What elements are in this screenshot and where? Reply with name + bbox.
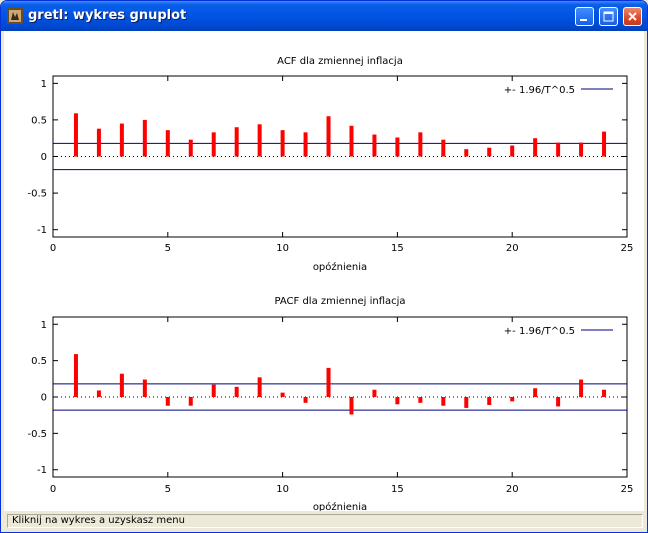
- acf-bar-17: [441, 139, 446, 157]
- acf-bar-19: [487, 147, 492, 157]
- acf-bar-7: [211, 384, 216, 397]
- acf-bar-6: [188, 397, 193, 406]
- acf-bar-7: [211, 132, 216, 157]
- y-tick-label: 0.5: [31, 115, 47, 126]
- acf-bar-5: [165, 130, 170, 157]
- legend-label: +- 1.96/T^0.5: [504, 85, 575, 96]
- gnuplot-window: gretl: wykres gnuplot ACF dla zmiennej i…: [0, 0, 648, 533]
- x-tick-label: 5: [165, 243, 171, 254]
- chart-title: PACF dla zmiennej inflacja: [274, 296, 405, 307]
- acf-bar-5: [165, 397, 170, 406]
- chart-title: ACF dla zmiennej inflacja: [277, 56, 403, 67]
- x-tick-label: 10: [276, 484, 289, 495]
- acf-bar-23: [579, 379, 584, 397]
- legend-label: +- 1.96/T^0.5: [504, 326, 575, 337]
- status-text: Kliknij na wykres a uzyskasz menu: [7, 514, 643, 528]
- y-tick-label: 1: [41, 79, 47, 90]
- acf-bar-19: [487, 397, 492, 405]
- acf-bar-9: [257, 124, 262, 157]
- acf-bar-17: [441, 397, 446, 406]
- acf-bar-24: [602, 131, 607, 157]
- acf-bar-21: [533, 138, 538, 157]
- acf-bar-16: [418, 132, 423, 157]
- acf-bar-2: [96, 128, 101, 157]
- y-tick-label: 0: [41, 152, 47, 163]
- acf-bar-24: [602, 389, 607, 397]
- x-tick-label: 15: [391, 484, 404, 495]
- acf-bar-10: [280, 130, 285, 157]
- x-axis-label: opóźnienia: [313, 501, 367, 511]
- close-button[interactable]: [623, 7, 642, 26]
- minimize-button[interactable]: [575, 7, 594, 26]
- x-tick-label: 0: [50, 484, 56, 495]
- acf-bar-4: [142, 379, 147, 397]
- acf-bar-8: [234, 127, 239, 157]
- y-tick-label: -0.5: [27, 189, 47, 200]
- x-tick-label: 0: [50, 243, 56, 254]
- maximize-icon: [603, 11, 614, 22]
- acf-bar-10: [280, 392, 285, 397]
- acf-bar-21: [533, 388, 538, 397]
- acf-bar-11: [303, 397, 308, 403]
- status-bar: Kliknij na wykres a uzyskasz menu: [4, 513, 644, 530]
- x-tick-label: 15: [391, 243, 404, 254]
- acf-bar-16: [418, 397, 423, 403]
- acf-bar-12: [326, 367, 331, 397]
- y-tick-label: 1: [41, 320, 47, 331]
- acf-bar-22: [556, 397, 561, 407]
- x-tick-label: 25: [621, 243, 634, 254]
- acf-bar-20: [510, 397, 515, 402]
- plot-frame: [52, 75, 628, 238]
- acf-bar-15: [395, 397, 400, 405]
- minimize-icon: [580, 19, 587, 21]
- acf-bar-15: [395, 137, 400, 157]
- acf-bar-2: [96, 390, 101, 397]
- x-tick-label: 5: [165, 484, 171, 495]
- acf-pacf-plot[interactable]: ACF dla zmiennej inflacja opóźnienia 1 0.5 0…: [4, 31, 644, 513]
- acf-bar-3: [119, 373, 124, 397]
- maximize-button[interactable]: [599, 7, 618, 26]
- y-tick-label: -1: [37, 225, 47, 236]
- close-icon: [628, 12, 637, 21]
- plot-area[interactable]: ACF dla zmiennej inflacja opóźnienia 1 0.5 0…: [4, 31, 644, 513]
- window-title: gretl: wykres gnuplot: [28, 8, 187, 23]
- x-tick-label: 20: [506, 243, 519, 254]
- y-tick-label: -1: [37, 465, 47, 476]
- acf-bar-20: [510, 145, 515, 157]
- y-tick-label: -0.5: [27, 429, 47, 440]
- acf-bar-1: [73, 354, 78, 397]
- title-bar[interactable]: gretl: wykres gnuplot: [1, 1, 647, 31]
- acf-bar-13: [349, 397, 354, 415]
- y-tick-label: 0: [41, 393, 47, 404]
- acf-bar-8: [234, 386, 239, 397]
- acf-bar-13: [349, 125, 354, 157]
- acf-bar-14: [372, 389, 377, 397]
- acf-bar-11: [303, 132, 308, 157]
- plot-frame: [52, 316, 628, 478]
- x-tick-label: 20: [506, 484, 519, 495]
- acf-bar-14: [372, 134, 377, 157]
- acf-bar-22: [556, 142, 561, 157]
- acf-bar-23: [579, 142, 584, 157]
- acf-bar-12: [326, 116, 331, 157]
- acf-bar-3: [119, 123, 124, 157]
- x-tick-label: 25: [621, 484, 634, 495]
- gretl-app-icon: [7, 8, 23, 24]
- x-tick-label: 10: [276, 243, 289, 254]
- acf-bar-18: [464, 397, 469, 408]
- acf-bar-18: [464, 149, 469, 157]
- y-tick-label: 0.5: [31, 356, 47, 367]
- acf-bar-6: [188, 139, 193, 157]
- acf-bar-1: [73, 113, 78, 157]
- x-axis-label: opóźnienia: [313, 261, 367, 273]
- acf-bar-4: [142, 119, 147, 157]
- acf-bar-9: [257, 377, 262, 397]
